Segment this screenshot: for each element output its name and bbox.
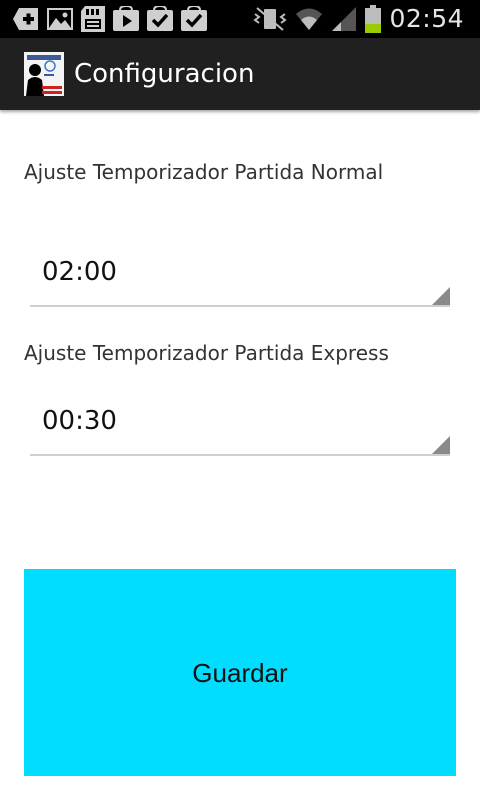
app-logo-icon[interactable] xyxy=(24,52,64,96)
spinner-arrow-icon xyxy=(432,287,450,305)
save-button-label: Guardar xyxy=(192,658,288,688)
gallery-icon xyxy=(46,6,74,32)
express-timer-spinner[interactable]: 00:30 xyxy=(30,394,450,456)
sd-card-icon xyxy=(80,5,106,33)
normal-timer-label: Ajuste Temporizador Partida Normal xyxy=(24,160,384,184)
battery-icon xyxy=(365,5,382,33)
notification-icons xyxy=(12,5,208,33)
express-timer-label: Ajuste Temporizador Partida Express xyxy=(24,341,389,365)
spinner-arrow-icon xyxy=(432,436,450,454)
wifi-icon xyxy=(295,6,323,32)
normal-timer-value: 02:00 xyxy=(42,257,117,287)
add-icon xyxy=(12,6,40,32)
clock: 02:54 xyxy=(389,4,464,33)
vibrate-icon xyxy=(253,6,288,32)
system-icons: 02:54 xyxy=(253,3,464,35)
express-timer-value: 00:30 xyxy=(42,406,117,436)
signal-icon xyxy=(331,6,357,32)
normal-timer-spinner[interactable]: 02:00 xyxy=(30,245,450,307)
status-bar: 02:54 xyxy=(0,0,480,38)
page-title: Configuracion xyxy=(74,59,255,89)
action-bar: Configuracion xyxy=(0,38,480,110)
save-button[interactable]: Guardar xyxy=(24,569,456,776)
settings-screen: 02:54 Configuracion Ajuste Temporizador … xyxy=(0,0,480,800)
download-done-icon xyxy=(146,6,174,32)
play-store-icon xyxy=(112,6,140,32)
download-done-icon xyxy=(180,6,208,32)
